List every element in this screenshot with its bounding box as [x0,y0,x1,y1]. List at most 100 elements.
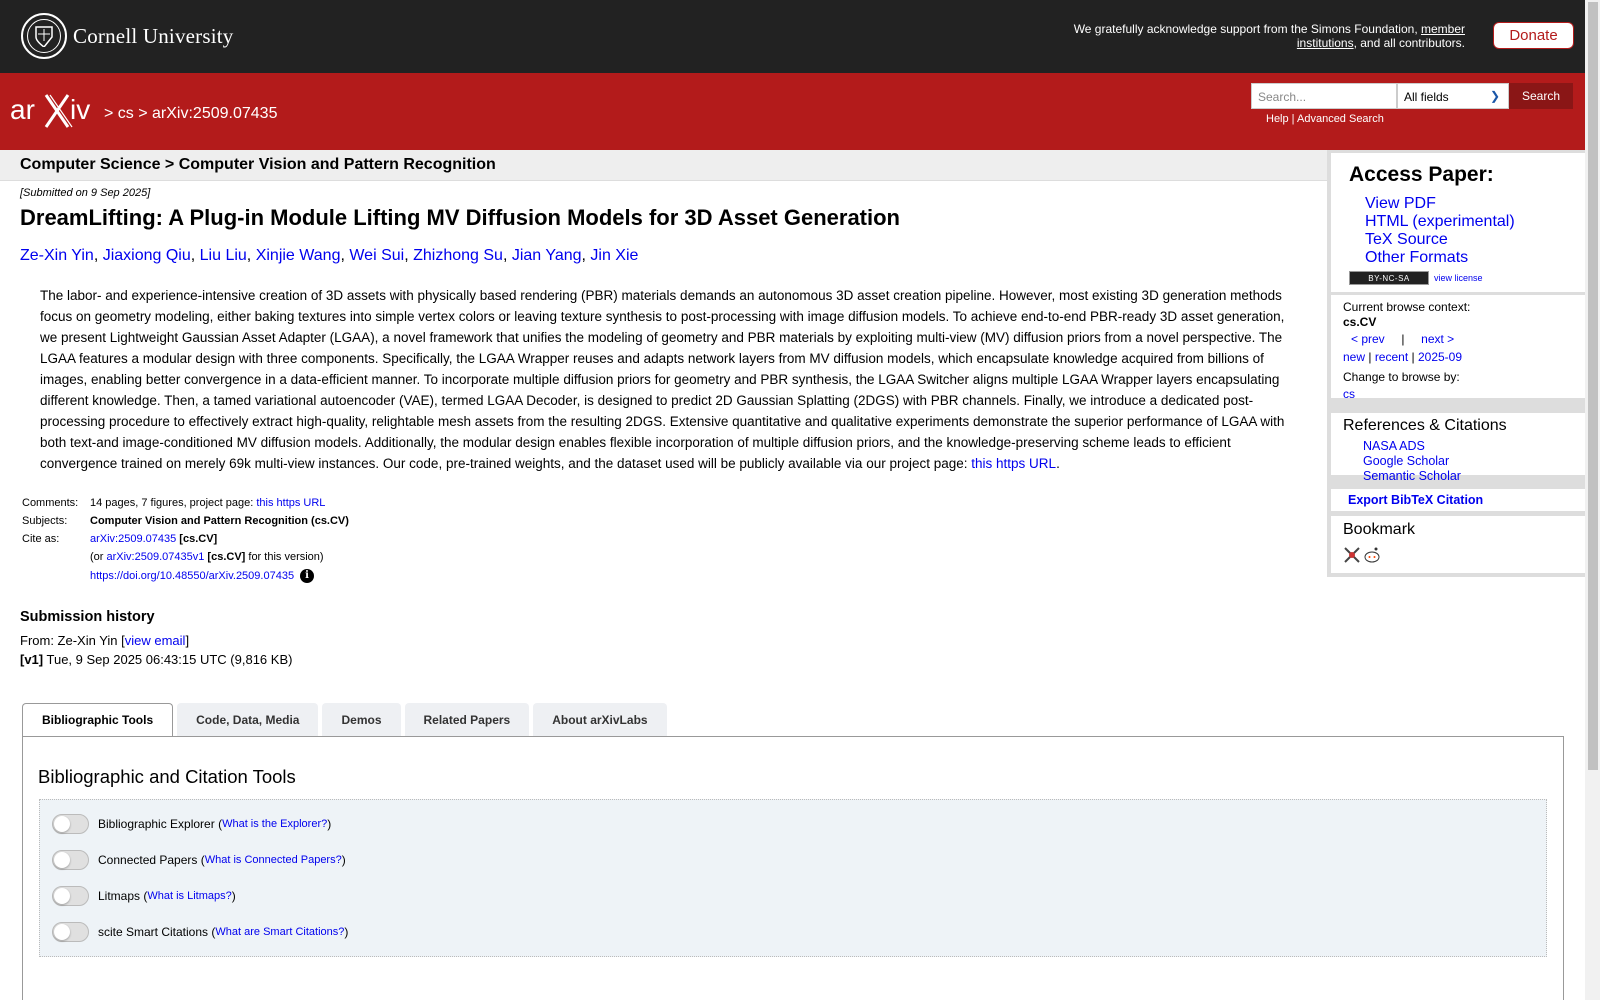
tab-about-arxivlabs[interactable]: About arXivLabs [533,703,667,736]
search-input[interactable]: Search... [1251,83,1397,109]
svg-text:ar: ar [10,94,35,125]
arxiv-logo-icon[interactable]: ar iv [10,91,102,131]
tool-help-link[interactable]: What is Connected Papers? [205,854,342,866]
next-link[interactable]: next > [1421,332,1454,346]
search-field-select[interactable]: All fields ❯ [1397,83,1509,109]
toggle-switch[interactable] [52,886,89,906]
scrollbar-thumb[interactable] [1588,2,1598,770]
export-box: Export BibTeX Citation [1331,489,1585,511]
browse-cs-link[interactable]: cs [1343,387,1355,401]
category-path: Computer Science > Computer Vision and P… [20,156,496,173]
abstract: The labor- and experience-intensive crea… [40,288,1285,471]
author-link[interactable]: Xinjie Wang [256,247,341,264]
prev-link[interactable]: < prev [1351,332,1385,346]
author-link[interactable]: Liu Liu [200,247,247,264]
author-link[interactable]: Wei Sui [349,247,404,264]
panel-title: Bibliographic and Citation Tools [38,766,296,787]
toggle-switch[interactable] [52,850,89,870]
submission-from: From: Ze-Xin Yin [view email] [20,633,190,648]
tab-panel: Bibliographic and Citation Tools Bibliog… [22,736,1564,1000]
bibsonomy-icon[interactable] [1343,546,1361,564]
change-label: Change to browse by: [1343,370,1460,384]
tool-help-link[interactable]: What are Smart Citations? [215,926,344,938]
bookmark-heading: Bookmark [1343,521,1416,538]
change-cs: cs [1343,387,1355,401]
tool-row: Litmaps (What is Litmaps?) [52,886,236,906]
author-list: Ze-Xin Yin, Jiaxiong Qiu, Liu Liu, Xinji… [20,247,639,264]
author-link[interactable]: Jin Xie [590,247,638,264]
month-link[interactable]: 2025-09 [1418,350,1462,364]
breadcrumb: > cs > arXiv:2509.07435 [104,105,278,122]
subjects-label: Subjects: [22,515,68,527]
cite-label: Cite as: [22,533,60,545]
advanced-search-link[interactable]: Advanced Search [1297,113,1384,125]
tool-help-link[interactable]: What is the Explorer? [222,818,327,830]
category-bar: Computer Science > Computer Vision and P… [0,150,1327,181]
svg-text:iv: iv [70,94,90,125]
top-bar: Cornell University We gratefully acknowl… [0,0,1585,73]
tools-box: Bibliographic Explorer (What is the Expl… [39,799,1547,957]
cc-license-icon[interactable]: BY-NC-SA [1349,271,1429,285]
view-pdf-link[interactable]: View PDF [1365,195,1515,213]
comments-link[interactable]: this https URL [256,497,325,509]
help-links: Help | Advanced Search [1266,113,1384,125]
access-paper-heading: Access Paper: [1349,163,1494,186]
info-icon[interactable]: i [300,569,315,583]
references-heading: References & Citations [1343,417,1507,434]
view-email-link[interactable]: view email [125,633,186,648]
cornell-seal-icon [21,13,67,59]
author-link[interactable]: Jiaxiong Qiu [103,247,191,264]
cite-id-link[interactable]: arXiv:2509.07435 [90,533,176,545]
comments-label: Comments: [22,497,79,509]
submitted-date: [Submitted on 9 Sep 2025] [20,187,151,199]
context-value: cs.CV [1343,315,1377,329]
submission-v1: [v1] Tue, 9 Sep 2025 06:43:15 UTC (9,816… [20,652,293,667]
cite-v1-link[interactable]: arXiv:2509.07435v1 [107,551,205,563]
tab-demos[interactable]: Demos [322,703,401,736]
tex-source-link[interactable]: TeX Source [1365,231,1515,249]
breadcrumb-cs[interactable]: cs [118,105,134,122]
author-link[interactable]: Zhizhong Su [413,247,503,264]
export-bibtex-link[interactable]: Export BibTeX Citation [1348,493,1483,507]
google-scholar-link[interactable]: Google Scholar [1363,454,1461,469]
bookmark-box: Bookmark [1331,516,1585,573]
access-paper-box: Access Paper: View PDF HTML (experimenta… [1331,153,1585,292]
tool-row: scite Smart Citations (What are Smart Ci… [52,922,348,942]
sidebar: Access Paper: View PDF HTML (experimenta… [1327,150,1585,577]
tab-bibliographic-tools[interactable]: Bibliographic Tools [22,703,174,737]
project-page-link[interactable]: this https URL [971,456,1056,471]
donate-button[interactable]: Donate [1493,22,1574,49]
tool-row: Connected Papers (What is Connected Pape… [52,850,346,870]
html-link[interactable]: HTML (experimental) [1365,213,1515,231]
browse-context-box: Current browse context: cs.CV < prev | n… [1331,295,1585,401]
subjects-value: Computer Vision and Pattern Recognition … [90,515,349,527]
semantic-scholar-link[interactable]: Semantic Scholar [1363,469,1461,484]
tab-related-papers[interactable]: Related Papers [404,703,530,736]
browse-links: new | recent | 2025-09 [1343,350,1463,364]
toggle-switch[interactable] [52,922,89,942]
cornell-logo[interactable]: Cornell University [21,13,234,59]
doi-link[interactable]: https://doi.org/10.48550/arXiv.2509.0743… [90,570,294,582]
acknowledgement: We gratefully acknowledge support from t… [1073,22,1465,50]
help-link[interactable]: Help [1266,113,1289,125]
toggle-switch[interactable] [52,814,89,834]
author-link[interactable]: Ze-Xin Yin [20,247,94,264]
tab-code-data-media[interactable]: Code, Data, Media [177,703,319,736]
scrollbar[interactable] [1585,0,1600,1000]
context-label: Current browse context: [1343,300,1471,314]
other-formats-link[interactable]: Other Formats [1365,249,1515,267]
paper-title: DreamLifting: A Plug-in Module Lifting M… [20,205,900,230]
search-button[interactable]: Search [1509,83,1573,109]
metadata-table: Comments: 14 pages, 7 figures, project pa… [22,497,349,583]
new-link[interactable]: new [1343,350,1365,364]
reddit-icon[interactable] [1363,546,1381,564]
view-license-link[interactable]: view license [1434,273,1483,283]
chevron-down-icon: ❯ [1489,89,1500,103]
labs-tabs: Bibliographic Tools Code, Data, Media De… [22,703,671,737]
author-link[interactable]: Jian Yang [512,247,582,264]
university-name: Cornell University [73,23,234,48]
nasa-ads-link[interactable]: NASA ADS [1363,439,1461,454]
tool-help-link[interactable]: What is Litmaps? [147,890,231,902]
recent-link[interactable]: recent [1375,350,1408,364]
submission-history-heading: Submission history [20,609,155,625]
